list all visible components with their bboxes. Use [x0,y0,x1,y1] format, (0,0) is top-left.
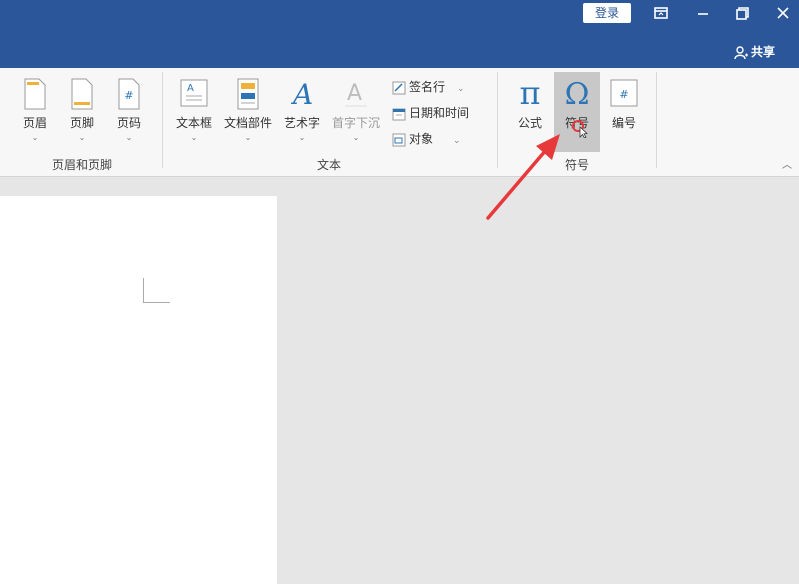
signature-line-icon [392,81,406,94]
object-button[interactable]: 对象 ⌄ [392,130,461,147]
ribbon-display-icon [654,7,668,19]
title-bar: 登录 共享 [0,0,799,68]
equation-button[interactable]: π 公式 [510,76,550,131]
collapse-ribbon-button[interactable]: ︿ [782,156,792,171]
wordart-icon: A [290,78,313,110]
object-icon [392,133,406,146]
footer-icon [71,78,93,110]
svg-text:A: A [187,83,194,94]
share-button[interactable]: 共享 [734,43,775,60]
number-icon: # [610,79,638,107]
pi-icon: π [519,76,540,110]
cursor-icon [572,120,588,138]
chevron-down-icon: ⌄ [298,133,306,142]
drop-cap-icon: A [345,81,367,107]
drop-cap-label: 首字下沉 [331,116,380,130]
page-number-button[interactable]: # 页码 ⌄ [108,78,150,142]
share-label: 共享 [751,45,776,59]
chevron-down-icon: ⌄ [352,133,360,142]
chevron-up-icon: ︿ [782,160,792,171]
chevron-down-icon: ⌄ [453,136,461,146]
textbox-icon: A [180,79,208,107]
quick-parts-label: 文档部件 [223,116,272,130]
group-divider [656,72,657,168]
annotation-arrow-icon [486,134,560,220]
quick-parts-button[interactable]: 文档部件 ⌄ [220,78,276,142]
minimize-button[interactable] [688,2,718,24]
svg-text:A: A [290,78,313,110]
group-divider [162,72,163,168]
header-icon [24,78,46,110]
svg-text:Ω: Ω [565,77,590,110]
header-label: 页眉 [22,116,47,130]
textbox-label: 文本框 [175,116,212,130]
quick-parts-icon [237,78,259,110]
margin-corner-mark [143,278,170,303]
login-button[interactable]: 登录 [583,3,631,23]
chevron-down-icon: ⌄ [78,133,86,142]
svg-text:#: # [124,89,133,102]
textbox-button[interactable]: A 文本框 ⌄ [172,78,216,142]
wordart-label: 艺术字 [283,116,320,130]
svg-text:#: # [619,88,628,101]
close-icon [777,7,789,19]
date-time-button[interactable]: 日期和时间 [392,104,469,121]
svg-text:π: π [519,76,540,110]
drop-cap-button[interactable]: A 首字下沉 ⌄ [328,78,384,142]
calendar-icon [392,108,406,120]
header-footer-group-label: 页眉和页脚 [51,158,112,172]
wordart-button[interactable]: A 艺术字 ⌄ [280,78,324,142]
svg-text:A: A [347,81,362,106]
footer-button[interactable]: 页脚 ⌄ [61,78,103,142]
signature-line-label: 签名行 [409,80,446,94]
object-label: 对象 [409,132,434,146]
page-number-label: 页码 [116,116,141,130]
equation-label: 公式 [517,116,542,130]
ribbon-display-options-button[interactable] [646,2,676,24]
number-button[interactable]: # 编号 [604,78,644,131]
header-button[interactable]: 页眉 ⌄ [14,78,56,142]
chevron-down-icon: ⌄ [190,133,198,142]
chevron-down-icon: ⌄ [31,133,39,142]
minimize-icon [698,13,708,15]
chevron-down-icon: ⌄ [244,133,252,142]
close-button[interactable] [768,2,798,24]
footer-label: 页脚 [69,116,94,130]
signature-line-button[interactable]: 签名行 ⌄ [392,78,465,95]
page-number-icon: # [118,78,140,110]
date-time-label: 日期和时间 [409,106,470,120]
document-page[interactable] [0,196,277,584]
chevron-down-icon: ⌄ [125,133,133,142]
person-icon [734,45,748,59]
restore-icon [736,7,749,20]
restore-button[interactable] [727,2,757,24]
text-group-label: 文本 [316,158,341,172]
insert-ribbon: 页眉 ⌄ 页脚 ⌄ # 页码 ⌄ 页眉和页脚 A 文本框 ⌄ 文档部件 ⌄ A … [0,68,799,177]
number-label: 编号 [611,116,636,130]
omega-icon: Ω [565,77,590,110]
chevron-down-icon: ⌄ [457,84,465,94]
